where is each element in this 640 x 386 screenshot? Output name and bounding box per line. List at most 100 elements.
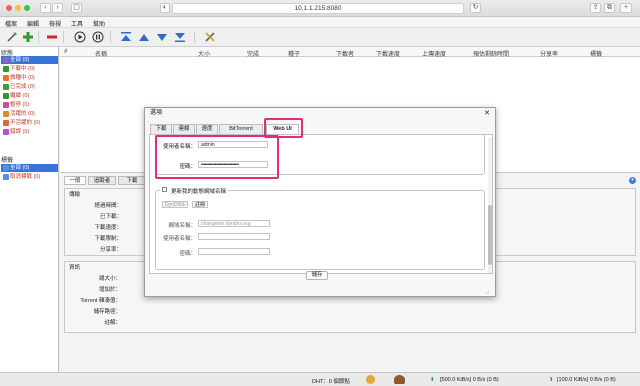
add-torrent-icon[interactable] <box>22 31 34 43</box>
sidebar-item-label: 暫停 (0) <box>10 102 30 108</box>
move-top-icon[interactable] <box>120 31 132 43</box>
torrent-table-header: # 名稱 大小 完成 種子 下載者 下載速度 上傳速度 預估剩餘時間 分享率 標… <box>60 47 640 58</box>
sidebar-icon[interactable]: ▢ <box>71 3 82 13</box>
add-link-icon[interactable] <box>6 31 18 43</box>
ddns-password-field[interactable] <box>198 248 270 255</box>
toolbar-divider <box>38 31 39 43</box>
resize-handle-icon[interactable]: ⌟ <box>486 288 489 295</box>
forward-button[interactable]: › <box>52 3 63 13</box>
field-label: 下載速度： <box>94 225 122 231</box>
folder-icon <box>3 174 9 180</box>
domain-label: 網域名稱： <box>168 223 196 229</box>
field-label: 經過時間： <box>94 203 122 209</box>
reload-icon[interactable]: ↻ <box>470 3 481 13</box>
sidebar-status-item[interactable]: 錯誤 (0) <box>1 128 58 136</box>
col-index[interactable]: # <box>64 49 67 55</box>
menu-file[interactable]: 檔案 <box>5 19 17 28</box>
app-toolbar <box>0 28 640 47</box>
browser-toolbar: ‹ › ▢ ◐ 10.1.1.215:8080 ↻ ⇪ ⧉ + <box>0 0 640 17</box>
dialog-title: 選項 <box>150 110 163 116</box>
info-title: 資訊 <box>69 265 81 271</box>
turtle-icon[interactable] <box>394 375 405 384</box>
tab-speed[interactable]: 速度 <box>196 124 218 134</box>
credentials-highlight <box>155 135 279 179</box>
status-icon <box>3 93 9 99</box>
upload-speed: [100.0 KiB/s] 0 B/s (0 B) <box>557 377 616 383</box>
sidebar-label-all[interactable]: 全部 (0) <box>1 164 58 172</box>
sidebar-item-label: 全部 (0) <box>10 165 30 171</box>
alt-speed-icon[interactable] <box>366 375 375 384</box>
field-label: 儲存路徑： <box>93 309 121 315</box>
field-label: 已下載： <box>99 214 122 220</box>
domain-field[interactable]: changeme.dyndns.org <box>198 220 270 227</box>
move-bottom-icon[interactable] <box>174 31 186 43</box>
move-down-icon[interactable] <box>156 31 168 43</box>
minimize-window-icon[interactable] <box>15 5 21 11</box>
folder-icon <box>3 165 9 171</box>
close-icon[interactable]: ✕ <box>484 110 490 117</box>
sidebar-status-item[interactable]: 下載中 (0) <box>1 65 58 73</box>
menu-tools[interactable]: 工具 <box>71 19 83 28</box>
sidebar-item-label: 錯誤 (0) <box>10 129 30 135</box>
sidebar-label-unlabeled[interactable]: 取消標籤 (0) <box>1 173 58 181</box>
tab-downloads[interactable]: 下載 <box>150 124 172 134</box>
tab-trackers[interactable]: 追蹤者 <box>88 176 116 185</box>
register-button[interactable]: 註冊 <box>192 201 208 208</box>
sidebar-status-item[interactable]: 活躍的 (0) <box>1 110 58 118</box>
download-speed: [500.0 KiB/s] 0 B/s (0 B) <box>440 377 499 383</box>
move-up-icon[interactable] <box>138 31 150 43</box>
sidebar-status-item[interactable]: 繼續 (0) <box>1 92 58 100</box>
tab-general[interactable]: 一般 <box>64 176 86 185</box>
resume-icon[interactable] <box>74 31 86 43</box>
dht-status: DHT：0 個節點 <box>312 379 350 385</box>
tabs-icon[interactable]: ⧉ <box>604 3 615 13</box>
field-label: 註解： <box>104 320 121 326</box>
options-dialog: 選項 ✕ 下載 連線 速度 BitTorrent Web UI 使用者名稱： a… <box>144 107 496 297</box>
maximize-window-icon[interactable] <box>24 5 30 11</box>
status-icon <box>3 66 9 72</box>
chevron-down-icon: ⌄ <box>182 201 187 207</box>
ddns-username-label: 使用者名稱： <box>162 236 196 242</box>
sidebar-status-item[interactable]: 做種中 (0) <box>1 74 58 82</box>
sidebar-status-item[interactable]: 全部 (0) <box>1 56 58 64</box>
field-label: 分享率： <box>99 247 122 253</box>
ddns-checkbox[interactable] <box>162 187 167 192</box>
address-bar[interactable]: 10.1.1.215:8080 <box>172 3 464 14</box>
ddns-password-label: 密碼： <box>179 251 196 257</box>
ddns-username-field[interactable] <box>198 233 270 240</box>
collapse-icon[interactable]: ▾ <box>629 177 636 184</box>
back-button[interactable]: ‹ <box>40 3 51 13</box>
sidebar-item-label: 已完成 (0) <box>10 84 35 90</box>
field-label: 增加於： <box>98 287 121 293</box>
field-label: 下載限制： <box>94 236 122 242</box>
new-tab-button[interactable]: + <box>620 3 632 13</box>
tab-peers[interactable]: 下載 <box>118 176 146 185</box>
status-icon <box>3 102 9 108</box>
tab-connection[interactable]: 連線 <box>173 124 195 134</box>
transfer-title: 傳輸 <box>69 192 81 198</box>
field-label: Torrent 雜湊值： <box>80 298 121 304</box>
tools-icon[interactable] <box>204 31 216 43</box>
close-window-icon[interactable] <box>6 5 12 11</box>
sidebar-item-label: 取消標籤 (0) <box>10 174 41 180</box>
download-arrow-icon: ⬇ <box>430 377 435 383</box>
sidebar-status-item[interactable]: 不活躍的 (0) <box>1 119 58 127</box>
delete-icon[interactable] <box>46 31 58 43</box>
share-icon[interactable]: ⇪ <box>590 3 601 13</box>
pause-icon[interactable] <box>92 31 104 43</box>
save-button[interactable]: 儲存 <box>306 271 328 280</box>
sidebar-status-item[interactable]: 暫停 (0) <box>1 101 58 109</box>
sidebar-item-label: 不活躍的 (0) <box>10 120 41 126</box>
status-icon <box>3 84 9 90</box>
menu-view[interactable]: 檢視 <box>49 19 61 28</box>
sidebar-item-label: 繼續 (0) <box>10 93 30 99</box>
menu-edit[interactable]: 編輯 <box>27 19 39 28</box>
menu-help[interactable]: 幫助 <box>93 19 105 28</box>
scrollbar-thumb[interactable] <box>488 205 492 265</box>
label-heading: 標籤 <box>1 158 14 164</box>
sidebar-status-item[interactable]: 已完成 (0) <box>1 83 58 91</box>
toolbar-divider <box>110 31 111 43</box>
sidebar-item-label: 做種中 (0) <box>10 75 35 81</box>
tab-bittorrent[interactable]: BitTorrent <box>219 124 263 134</box>
shield-icon[interactable]: ◐ <box>160 3 170 13</box>
